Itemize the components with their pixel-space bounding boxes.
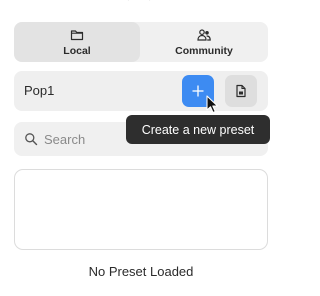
search-icon	[25, 133, 38, 146]
plus-icon	[192, 85, 204, 97]
preset-name: Pop1	[24, 83, 55, 98]
tab-local[interactable]: Local	[14, 22, 140, 62]
tab-local-label: Local	[63, 44, 91, 57]
popover-caret	[127, 0, 151, 12]
tab-community[interactable]: Community	[140, 22, 268, 62]
file-icon	[236, 84, 246, 98]
folder-icon	[70, 29, 84, 40]
tab-community-label: Community	[175, 44, 233, 57]
tab-bar: Local Community	[14, 22, 268, 62]
tooltip: Create a new preset	[126, 115, 270, 144]
preset-bar: Pop1	[14, 71, 268, 111]
save-preset-button[interactable]	[225, 75, 257, 107]
status-text: No Preset Loaded	[88, 264, 194, 279]
mouse-cursor-icon	[206, 95, 219, 114]
preset-list[interactable]	[14, 169, 268, 250]
users-icon	[197, 28, 211, 41]
